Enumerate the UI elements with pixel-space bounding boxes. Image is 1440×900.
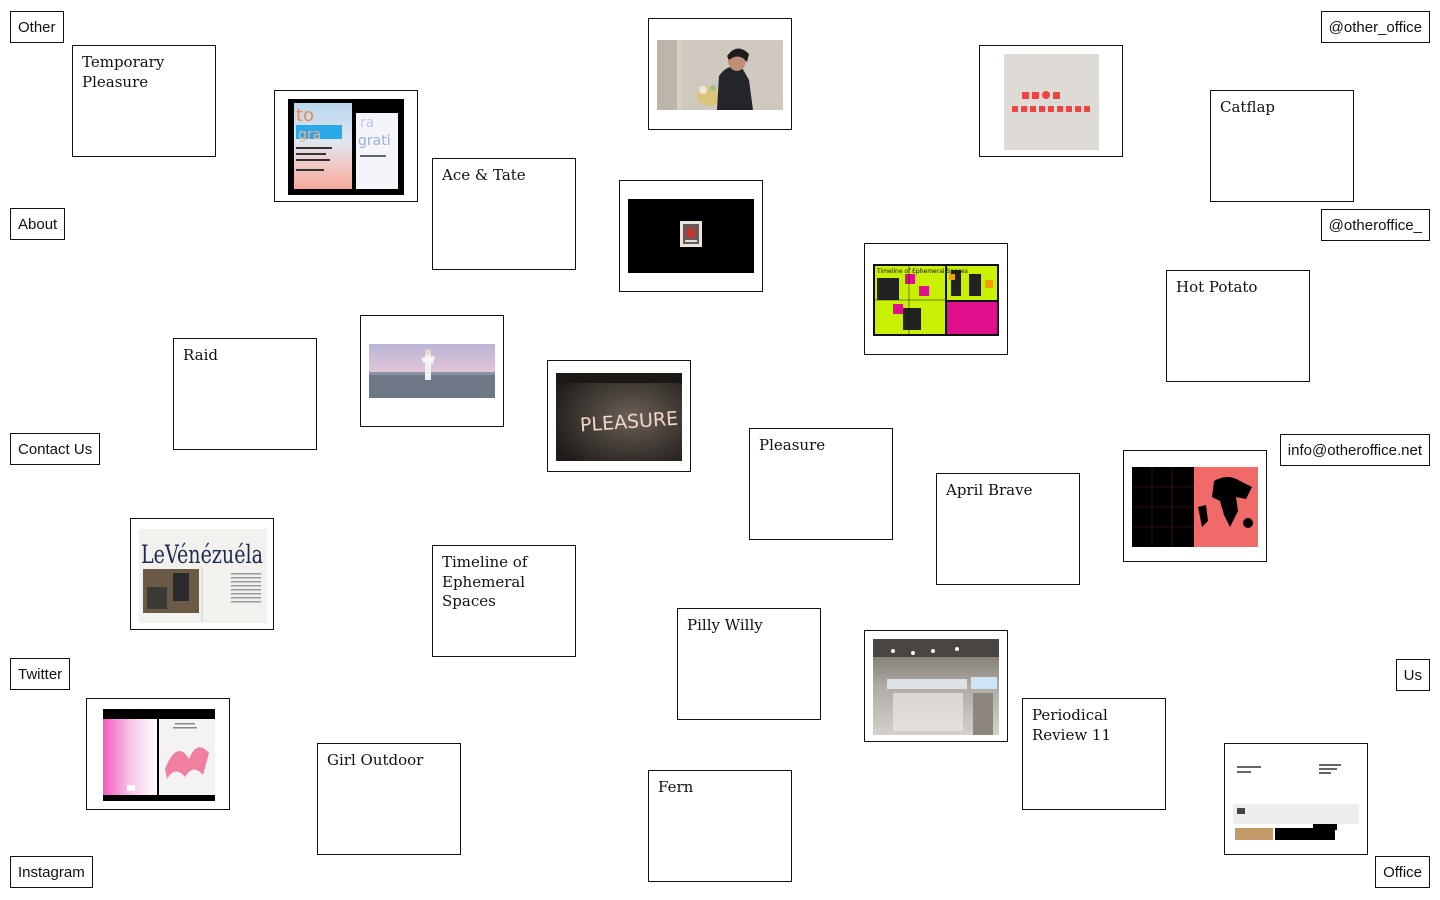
- project-title: April Brave: [946, 481, 1033, 499]
- website-screenshot-image: [1233, 754, 1359, 844]
- project-title: Pilly Willy: [687, 616, 763, 634]
- image-card-pink-book[interactable]: [86, 698, 230, 810]
- nav-other[interactable]: Other: [10, 11, 64, 43]
- project-card-timeline-ephemeral-spaces[interactable]: Timeline of Ephemeral Spaces: [432, 545, 576, 657]
- nav-instagram-handle[interactable]: @otheroffice_: [1320, 209, 1430, 241]
- project-card-raid[interactable]: Raid: [173, 338, 317, 450]
- project-card-ace-tate[interactable]: Ace & Tate: [432, 158, 576, 270]
- store-interior-image: [873, 639, 999, 735]
- nav-us[interactable]: Us: [1395, 659, 1430, 691]
- project-title: Timeline of Ephemeral Spaces: [442, 553, 528, 610]
- nav-contact-us[interactable]: Contact Us: [10, 433, 101, 465]
- nav-office[interactable]: Office: [1375, 856, 1430, 888]
- nav-us-label: Us: [1403, 667, 1422, 684]
- project-title: Catflap: [1220, 98, 1275, 116]
- instagram-handle-label: @otheroffice_: [1328, 217, 1422, 234]
- nav-twitter-label: Twitter: [18, 666, 63, 683]
- project-card-periodical-review[interactable]: Periodical Review 11: [1022, 698, 1166, 810]
- project-card-april-brave[interactable]: April Brave: [936, 473, 1080, 585]
- image-card-black-emblem[interactable]: [619, 180, 763, 292]
- nav-twitter[interactable]: Twitter: [10, 658, 71, 690]
- book-spread-image: to gra ra grati: [288, 99, 404, 195]
- image-card-magazine-spread[interactable]: LeVénézuéla: [130, 518, 274, 630]
- project-card-temporary-pleasure[interactable]: Temporary Pleasure: [72, 45, 216, 157]
- project-title: Pleasure: [759, 436, 826, 454]
- poster-title-text: Timeline of Ephemeral Spaces: [876, 268, 968, 275]
- image-card-red-logo[interactable]: [979, 45, 1123, 157]
- pink-book-image: [103, 709, 215, 801]
- project-title: Ace & Tate: [442, 166, 526, 184]
- svg-text:grati: grati: [358, 133, 391, 149]
- project-card-hot-potato[interactable]: Hot Potato: [1166, 270, 1310, 382]
- svg-text:ra: ra: [360, 115, 374, 131]
- magazine-spread-image: LeVénézuéla: [139, 529, 267, 623]
- project-card-catflap[interactable]: Catflap: [1210, 90, 1354, 202]
- red-logo-image: [1004, 54, 1099, 150]
- twitter-handle-label: @other_office: [1328, 19, 1422, 36]
- svg-text:to: to: [296, 105, 314, 126]
- neon-sign-image: PLEASURE: [556, 373, 682, 461]
- world-map-image: [1132, 467, 1258, 547]
- magazine-title-text: LeVénézuéla: [141, 540, 263, 569]
- project-card-pilly-willy[interactable]: Pilly Willy: [677, 608, 821, 720]
- nav-instagram-label: Instagram: [18, 864, 85, 881]
- nav-twitter-handle[interactable]: @other_office: [1320, 11, 1430, 43]
- image-card-website-screenshot[interactable]: [1224, 743, 1368, 855]
- project-title: Temporary Pleasure: [82, 53, 165, 91]
- project-title: Hot Potato: [1176, 278, 1258, 296]
- email-link-label: info@otheroffice.net: [1287, 442, 1422, 459]
- image-card-timeline-poster[interactable]: Timeline of Ephemeral Spaces: [864, 243, 1008, 355]
- project-card-girl-outdoor[interactable]: Girl Outdoor: [317, 743, 461, 855]
- project-title: Girl Outdoor: [327, 751, 424, 769]
- image-card-portrait-flowers[interactable]: [648, 18, 792, 130]
- nav-about[interactable]: About: [10, 208, 66, 240]
- image-card-store-interior[interactable]: [864, 630, 1008, 742]
- nav-contact-us-label: Contact Us: [18, 441, 93, 458]
- image-card-beach-photo[interactable]: [360, 315, 504, 427]
- nav-other-label: Other: [18, 19, 56, 36]
- beach-photo-image: [369, 344, 495, 398]
- image-card-book-spread[interactable]: to gra ra grati: [274, 90, 418, 202]
- image-card-neon-sign[interactable]: PLEASURE: [547, 360, 691, 472]
- black-emblem-image: [628, 199, 754, 273]
- timeline-poster-image: Timeline of Ephemeral Spaces: [873, 264, 999, 336]
- svg-text:gra: gra: [298, 127, 321, 143]
- nav-about-label: About: [18, 216, 58, 233]
- portrait-flowers-image: [657, 40, 783, 110]
- nav-office-label: Office: [1383, 864, 1422, 881]
- project-card-fern[interactable]: Fern: [648, 770, 792, 882]
- project-title: Fern: [658, 778, 694, 796]
- nav-email-link[interactable]: info@otheroffice.net: [1279, 434, 1430, 466]
- project-title: Periodical Review 11: [1032, 706, 1112, 744]
- project-title: Raid: [183, 346, 218, 364]
- image-card-world-map[interactable]: [1123, 450, 1267, 562]
- project-card-pleasure[interactable]: Pleasure: [749, 428, 893, 540]
- nav-instagram[interactable]: Instagram: [10, 856, 93, 888]
